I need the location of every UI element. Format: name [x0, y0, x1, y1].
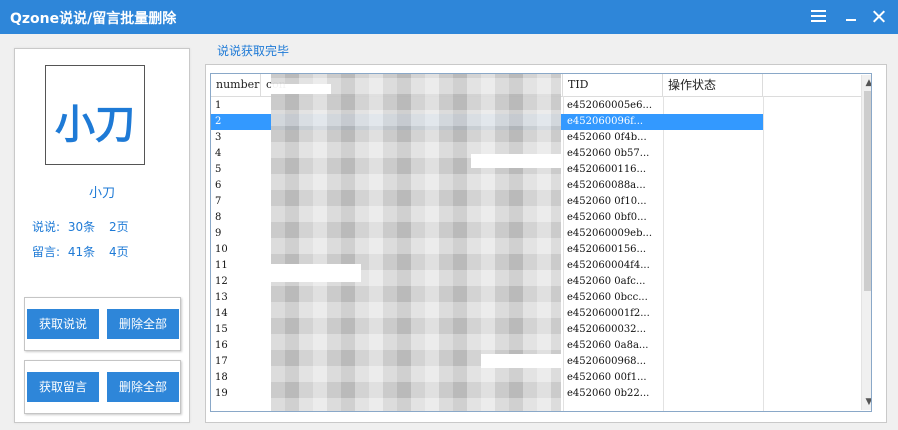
row-number: 8 — [215, 212, 222, 223]
status-text: 说说获取完毕 — [217, 44, 290, 58]
liuyan-stat: 留言: 41条 4页 — [32, 243, 129, 260]
data-grid[interactable]: number con TID 操作状态 1e452060005e6...2e45… — [210, 73, 872, 412]
row-tid: e452060001f2... — [567, 308, 650, 319]
row-tid: e452060 0a8a... — [567, 340, 649, 351]
row-tid: e452060 00f1... — [567, 372, 647, 383]
redacted-content — [271, 74, 561, 411]
window-title: Qzone说说/留言批量删除 — [10, 11, 177, 27]
row-number: 2 — [215, 116, 222, 127]
avatar-text: 小刀 — [55, 102, 135, 148]
row-tid: e452060 0f10... — [567, 196, 647, 207]
shuoshuo-count: 30条 — [67, 220, 96, 234]
username: 小刀 — [88, 186, 115, 201]
row-number: 7 — [215, 196, 222, 207]
shuoshuo-label: 说说: — [32, 220, 61, 234]
row-tid: e4520600156... — [567, 244, 647, 255]
row-number: 5 — [215, 164, 222, 175]
row-tid: e4520600116... — [567, 164, 647, 175]
column-header-number[interactable]: number — [211, 74, 261, 96]
menu-icon[interactable] — [805, 0, 835, 34]
row-tid: e452060 0bcc... — [567, 292, 648, 303]
delete-all-liuyan-button[interactable]: 删除全部 — [107, 372, 179, 402]
row-number: 4 — [215, 148, 222, 159]
row-number: 9 — [215, 228, 222, 239]
liuyan-label: 留言: — [32, 245, 61, 259]
row-tid: e452060 0afc... — [567, 276, 646, 287]
avatar: 小刀 — [45, 65, 145, 165]
row-number: 15 — [215, 324, 228, 335]
column-header-status[interactable]: 操作状态 — [663, 74, 763, 96]
row-number: 18 — [215, 372, 228, 383]
row-number: 19 — [215, 388, 228, 399]
row-tid: e452060 0b22... — [567, 388, 650, 399]
minimize-icon[interactable] — [838, 0, 868, 34]
scroll-up-icon[interactable]: ▲ — [862, 76, 871, 90]
row-tid: e452060096f... — [567, 116, 644, 127]
row-number: 13 — [215, 292, 228, 303]
profile-panel: 小刀 小刀 说说: 30条 2页 留言: 41条 4页 获取说说 删除全部 获取… — [14, 48, 190, 423]
scroll-thumb[interactable] — [864, 91, 871, 291]
row-number: 10 — [215, 244, 228, 255]
row-tid: e452060 0b57... — [567, 148, 650, 159]
row-number: 12 — [215, 276, 228, 287]
liuyan-count: 41条 — [67, 245, 96, 259]
liuyan-pages: 4页 — [108, 245, 129, 259]
row-tid: e452060 0bf0... — [567, 212, 647, 223]
vertical-scrollbar[interactable]: ▲ ▼ — [861, 75, 871, 410]
get-shuoshuo-button[interactable]: 获取说说 — [27, 309, 99, 339]
shuoshuo-stat: 说说: 30条 2页 — [32, 218, 129, 235]
row-number: 17 — [215, 356, 228, 367]
shuoshuo-pages: 2页 — [108, 220, 129, 234]
shuoshuo-button-group: 获取说说 删除全部 — [24, 297, 181, 351]
row-number: 16 — [215, 340, 228, 351]
delete-all-shuoshuo-button[interactable]: 删除全部 — [107, 309, 179, 339]
title-bar: Qzone说说/留言批量删除 — [0, 0, 898, 34]
row-tid: e452060088a... — [567, 180, 646, 191]
liuyan-button-group: 获取留言 删除全部 — [24, 360, 181, 414]
row-tid: e452060005e6... — [567, 100, 652, 111]
row-tid: e4520600968... — [567, 356, 647, 367]
row-tid: e452060009eb... — [567, 228, 653, 239]
row-number: 14 — [215, 308, 228, 319]
scroll-down-icon[interactable]: ▼ — [862, 395, 871, 409]
row-number: 3 — [215, 132, 222, 143]
get-liuyan-button[interactable]: 获取留言 — [27, 372, 99, 402]
list-panel: number con TID 操作状态 1e452060005e6...2e45… — [205, 64, 887, 423]
row-number: 6 — [215, 180, 222, 191]
row-tid: e452060 0f4b... — [567, 132, 647, 143]
row-tid: e4520600032... — [567, 324, 647, 335]
row-tid: e452060004f4... — [567, 260, 650, 271]
row-number: 1 — [215, 100, 222, 111]
close-icon[interactable] — [865, 0, 895, 34]
row-number: 11 — [215, 260, 228, 271]
column-header-tid[interactable]: TID — [563, 74, 663, 96]
